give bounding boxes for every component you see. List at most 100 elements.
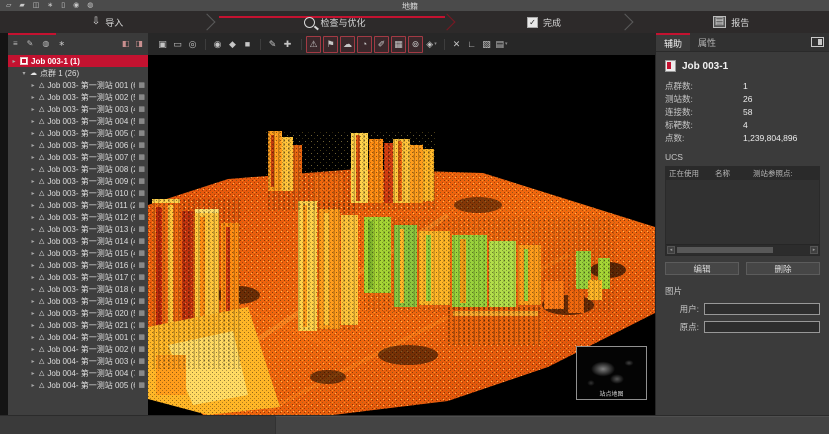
- tab-auxiliary[interactable]: 辅助: [656, 33, 690, 51]
- thumbnail-icon[interactable]: ▦: [138, 201, 145, 209]
- tree-station-row[interactable]: ▸ △ Job 004- 第一测站 001 (3) ▦: [8, 331, 148, 343]
- cube-icon[interactable]: ■: [241, 37, 254, 52]
- thumbnail-icon[interactable]: ▦: [138, 81, 145, 89]
- tree-root-job[interactable]: ▸ Job 003-1 (1): [8, 55, 148, 67]
- scan-position-icon[interactable]: ◈: [425, 37, 438, 52]
- pin-overlay-icon[interactable]: ⊚: [408, 36, 423, 53]
- gear-flower-icon[interactable]: ∗: [58, 40, 65, 48]
- tree-station-row[interactable]: ▸ △ Job 003- 第一测站 016 (4) ▦: [8, 259, 148, 271]
- expand-arrow-icon[interactable]: ▸: [30, 190, 36, 197]
- tree-station-row[interactable]: ▸ △ Job 003- 第一测站 005 (7) ▦: [8, 127, 148, 139]
- expand-arrow-icon[interactable]: ▸: [30, 334, 36, 341]
- scroll-right-icon[interactable]: ▸: [810, 246, 818, 254]
- thumbnail-icon[interactable]: ▦: [138, 333, 145, 341]
- tree-station-row[interactable]: ▸ △ Job 003- 第一测站 021 (3) ▦: [8, 319, 148, 331]
- origin-field-input[interactable]: [704, 321, 820, 333]
- thumbnail-icon[interactable]: ▦: [138, 165, 145, 173]
- info-icon[interactable]: ◍: [87, 2, 93, 9]
- tree-station-row[interactable]: ▸ △ Job 003- 第一测站 014 (4) ▦: [8, 235, 148, 247]
- thumbnail-icon[interactable]: ▦: [138, 141, 145, 149]
- tag-overlay-icon[interactable]: ⚑: [323, 36, 338, 53]
- tree-station-row[interactable]: ▸ △ Job 003- 第一测站 007 (5) ▦: [8, 151, 148, 163]
- expand-arrow-icon[interactable]: ▸: [30, 346, 36, 353]
- clipboard-icon[interactable]: ✎: [27, 40, 34, 48]
- save-project-icon[interactable]: ▰: [19, 2, 24, 9]
- camera-icon[interactable]: ◉: [211, 37, 224, 52]
- structure-tree-icon[interactable]: ≡: [13, 40, 18, 48]
- tree-station-row[interactable]: ▸ △ Job 003- 第一测站 003 (4) ▦: [8, 103, 148, 115]
- view-filter-b-icon[interactable]: ◨: [135, 40, 143, 48]
- tree-station-row[interactable]: ▸ △ Job 004- 第一测站 003 (4) ▦: [8, 355, 148, 367]
- thumbnail-icon[interactable]: ▦: [138, 273, 145, 281]
- scatter-icon[interactable]: ✕: [450, 37, 463, 52]
- import-file-icon[interactable]: ◫: [33, 2, 40, 9]
- thumbnail-icon[interactable]: ▦: [138, 285, 145, 293]
- tree-station-row[interactable]: ▸ △ Job 003- 第一测站 004 (5) ▦: [8, 115, 148, 127]
- expand-arrow-icon[interactable]: ▸: [30, 106, 36, 113]
- thumbnail-icon[interactable]: ▦: [138, 189, 145, 197]
- expand-arrow-icon[interactable]: ▸: [30, 202, 36, 209]
- tree-station-row[interactable]: ▸ △ Job 003- 第一测站 006 (4) ▦: [8, 139, 148, 151]
- tree-station-row[interactable]: ▸ △ Job 004- 第一测站 005 (6) ▦: [8, 379, 148, 391]
- thumbnail-icon[interactable]: ▦: [138, 237, 145, 245]
- expand-arrow-icon[interactable]: ▸: [30, 154, 36, 161]
- thumbnail-icon[interactable]: ▦: [138, 321, 145, 329]
- warning-overlay-icon[interactable]: ⚠: [306, 36, 321, 53]
- thumbnail-icon[interactable]: ▦: [138, 345, 145, 353]
- thumbnail-icon[interactable]: ▦: [138, 297, 145, 305]
- expand-arrow-icon[interactable]: ▸: [30, 94, 36, 101]
- tree-station-row[interactable]: ▸ △ Job 004- 第一测站 002 (6) ▦: [8, 343, 148, 355]
- expand-arrow-icon[interactable]: ▸: [30, 370, 36, 377]
- 3d-viewport[interactable]: 站点地图: [148, 55, 655, 415]
- rect-select-icon[interactable]: ▭: [171, 37, 184, 52]
- expand-arrow-icon[interactable]: ▸: [30, 226, 36, 233]
- zoom-select-icon[interactable]: ◎: [186, 37, 199, 52]
- thumbnail-icon[interactable]: ▦: [138, 357, 145, 365]
- measure-pen-icon[interactable]: ✎: [266, 37, 279, 52]
- expand-arrow-icon[interactable]: ▸: [30, 238, 36, 245]
- thumbnail-icon[interactable]: ▦: [138, 93, 145, 101]
- tree-station-row[interactable]: ▸ △ Job 003- 第一测站 001 (6) ▦: [8, 79, 148, 91]
- tree-station-row[interactable]: ▸ △ Job 003- 第一测站 019 (2) ▦: [8, 295, 148, 307]
- expand-arrow-icon[interactable]: ▸: [30, 298, 36, 305]
- panel-layout-icon[interactable]: [811, 37, 824, 47]
- ucs-horizontal-scrollbar[interactable]: ◂ ▸: [666, 244, 819, 255]
- tree-station-row[interactable]: ▸ △ Job 003- 第一测站 010 (3) ▦: [8, 187, 148, 199]
- thumbnail-icon[interactable]: ▦: [138, 153, 145, 161]
- help-icon[interactable]: ◉: [73, 2, 79, 9]
- collapse-arrow-icon[interactable]: ▾: [21, 70, 27, 77]
- tab-properties[interactable]: 属性: [690, 33, 724, 51]
- tree-station-row[interactable]: ▸ △ Job 003- 第一测站 017 (3) ▦: [8, 271, 148, 283]
- expand-arrow-icon[interactable]: ▸: [30, 142, 36, 149]
- expand-arrow-icon[interactable]: ▸: [30, 322, 36, 329]
- expand-arrow-icon[interactable]: ▸: [30, 214, 36, 221]
- thumbnail-icon[interactable]: ▦: [138, 261, 145, 269]
- tree-station-row[interactable]: ▸ △ Job 003- 第一测站 009 (3) ▦: [8, 175, 148, 187]
- tree-station-row[interactable]: ▸ △ Job 004- 第一测站 004 (7) ▦: [8, 367, 148, 379]
- tree-station-row[interactable]: ▸ △ Job 003- 第一测站 008 (2) ▦: [8, 163, 148, 175]
- view-filter-a-icon[interactable]: ◧: [122, 40, 130, 48]
- objects-icon[interactable]: ◆: [226, 37, 239, 52]
- scroll-thumb[interactable]: [677, 247, 773, 253]
- thumbnail-icon[interactable]: ▦: [138, 105, 145, 113]
- expand-arrow-icon[interactable]: ▸: [30, 82, 36, 89]
- expand-arrow-icon[interactable]: ▸: [30, 118, 36, 125]
- tree-station-row[interactable]: ▸ △ Job 003- 第一测站 013 (4) ▦: [8, 223, 148, 235]
- tree-station-row[interactable]: ▸ △ Job 003- 第一测站 018 (4) ▦: [8, 283, 148, 295]
- thumbnail-icon[interactable]: ▦: [138, 249, 145, 257]
- thumbnail-icon[interactable]: ▦: [138, 381, 145, 389]
- expand-arrow-icon[interactable]: ▸: [30, 262, 36, 269]
- angle-measure-icon[interactable]: ∟: [465, 37, 478, 52]
- globe-icon[interactable]: ◍: [42, 40, 49, 48]
- expand-arrow-icon[interactable]: ▸: [30, 130, 36, 137]
- settings-gear-icon[interactable]: ∗: [47, 2, 53, 9]
- thumbnail-icon[interactable]: ▦: [138, 369, 145, 377]
- thumbnail-icon[interactable]: ▦: [138, 309, 145, 317]
- tree-station-row[interactable]: ▸ △ Job 003- 第一测站 011 (2) ▦: [8, 199, 148, 211]
- duplicate-view-icon[interactable]: ▣: [156, 37, 169, 52]
- expand-arrow-icon[interactable]: ▸: [30, 286, 36, 293]
- user-field-input[interactable]: [704, 303, 820, 315]
- tree-station-row[interactable]: ▸ △ Job 003- 第一测站 015 (4) ▦: [8, 247, 148, 259]
- step-report[interactable]: ▤ 报告: [633, 11, 829, 33]
- tree-station-row[interactable]: ▸ △ Job 003- 第一测站 002 (5) ▦: [8, 91, 148, 103]
